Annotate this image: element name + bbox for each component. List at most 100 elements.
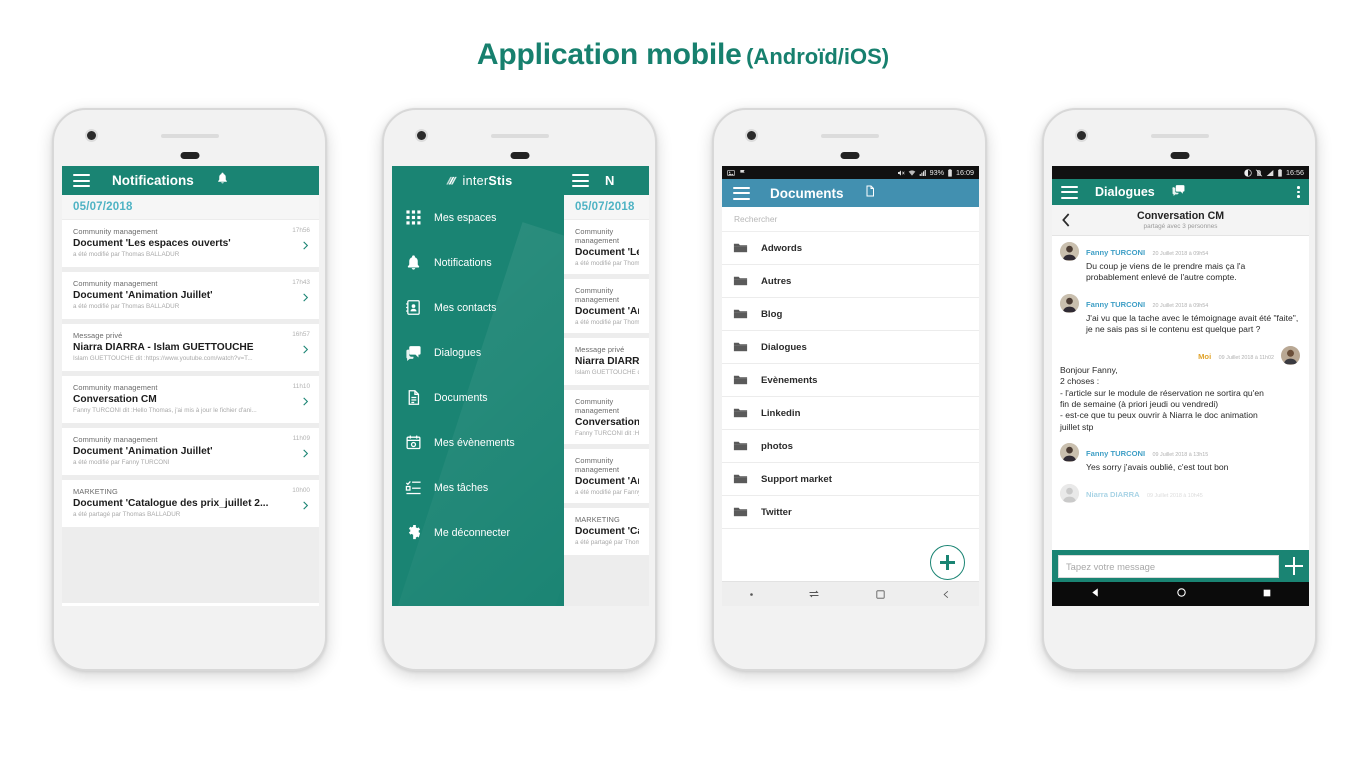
chevron-right-icon[interactable] bbox=[300, 500, 311, 511]
navigation-drawer[interactable]: Mes espaces Notifications Mes contacts D… bbox=[392, 195, 564, 606]
battery-icon bbox=[948, 168, 952, 177]
drawer-item-dialogues[interactable]: Dialogues bbox=[392, 330, 564, 375]
folder-row[interactable]: Dialogues bbox=[722, 331, 979, 364]
folder-list[interactable]: Adwords Autres Blog Dialogues Evènements bbox=[722, 232, 979, 529]
no-sim-icon bbox=[1255, 168, 1263, 177]
folder-name: Blog bbox=[761, 308, 783, 320]
android-navigation-bar[interactable] bbox=[722, 581, 979, 606]
chevron-right-icon[interactable] bbox=[300, 344, 311, 355]
notification-row[interactable]: Community management Document 'Les espac… bbox=[62, 220, 319, 267]
phone-dialogues: 16:56 Dialogues Conversation CM partagé … bbox=[1042, 108, 1317, 671]
notification-row[interactable]: Community management Document 'Animation… bbox=[564, 449, 649, 503]
new-document-icon[interactable] bbox=[864, 184, 876, 203]
folder-row[interactable]: Blog bbox=[722, 298, 979, 331]
folder-row[interactable]: Linkedin bbox=[722, 397, 979, 430]
notification-title: Document 'Catalogue des prix_juillet 2..… bbox=[575, 525, 639, 537]
search-input[interactable]: Rechercher bbox=[722, 207, 979, 232]
switch-icon[interactable] bbox=[808, 589, 820, 599]
folder-row[interactable]: photos bbox=[722, 430, 979, 463]
status-right-icons: 93% 16:09 bbox=[897, 168, 974, 177]
drawer-item-notifications[interactable]: Notifications bbox=[392, 240, 564, 285]
square-icon[interactable] bbox=[875, 589, 886, 600]
message-input-placeholder: Tapez votre message bbox=[1066, 560, 1156, 572]
appbar-title: Notifications bbox=[112, 173, 194, 188]
home-circle-icon[interactable] bbox=[1176, 585, 1187, 603]
drawer-item-label: Mes espaces bbox=[434, 211, 497, 224]
folder-row[interactable]: Evènements bbox=[722, 364, 979, 397]
notification-row[interactable]: Message privé Niarra DIARRA - Islam GUET… bbox=[564, 338, 649, 385]
android-navigation-bar[interactable] bbox=[1052, 582, 1309, 606]
notification-row[interactable]: MARKETING Document 'Catalogue des prix_j… bbox=[62, 480, 319, 527]
chevron-left-icon[interactable] bbox=[1060, 212, 1072, 233]
hamburger-icon[interactable] bbox=[572, 174, 589, 187]
dot-icon[interactable] bbox=[749, 592, 754, 597]
notification-time: 11h10 bbox=[292, 383, 310, 390]
notification-row[interactable]: Community management Conversation CM Fan… bbox=[564, 390, 649, 444]
chevron-right-icon[interactable] bbox=[300, 240, 311, 251]
chat-icon[interactable] bbox=[1172, 183, 1185, 201]
bell-icon[interactable] bbox=[216, 171, 229, 190]
hamburger-icon[interactable] bbox=[733, 186, 750, 200]
add-button[interactable] bbox=[930, 545, 965, 580]
chevron-right-icon[interactable] bbox=[300, 448, 311, 459]
page-title-main: Application mobile bbox=[476, 38, 742, 71]
folder-row[interactable]: Support market bbox=[722, 463, 979, 496]
calendar-icon bbox=[406, 435, 421, 450]
kebab-icon[interactable] bbox=[1297, 186, 1300, 198]
message-author: Fanny TURCONI bbox=[1086, 299, 1146, 309]
phone2-body: Mes espaces Notifications Mes contacts D… bbox=[392, 195, 649, 606]
signal-icon bbox=[1266, 169, 1274, 176]
notification-category: Community management bbox=[575, 286, 620, 304]
folder-name: Adwords bbox=[761, 242, 803, 254]
notification-row[interactable]: Community management Document 'Les espac… bbox=[564, 220, 649, 274]
phone-notifications: Notifications 05/07/2018 Community manag… bbox=[52, 108, 327, 671]
appbar-title: Dialogues bbox=[1095, 185, 1155, 199]
notification-row[interactable]: Message privé Niarra DIARRA - Islam GUET… bbox=[62, 324, 319, 371]
message-input[interactable]: Tapez votre message bbox=[1058, 554, 1279, 578]
notification-row[interactable]: Community management Document 'Animation… bbox=[62, 428, 319, 475]
notification-subtitle: Fanny TURCONI dit :Hello Thomas, j'ai mi… bbox=[73, 407, 257, 414]
notification-row[interactable]: MARKETING Document 'Catalogue des prix_j… bbox=[564, 508, 649, 555]
drawer-item-label: Me déconnecter bbox=[434, 526, 510, 539]
chevron-right-icon[interactable] bbox=[300, 292, 311, 303]
status-right-icons: 16:56 bbox=[1244, 168, 1304, 177]
notification-row[interactable]: Community management Document 'Animation… bbox=[62, 272, 319, 319]
conversation-title-block: Conversation CM partagé avec 3 personnes bbox=[1052, 210, 1309, 230]
message-text: Bonjour Fanny, 2 choses : - l'article su… bbox=[1060, 364, 1264, 432]
proximity-sensor bbox=[510, 152, 529, 159]
drawer-item-mes-contacts[interactable]: Mes contacts bbox=[392, 285, 564, 330]
drawer-item-label: Dialogues bbox=[434, 346, 482, 359]
phone3-appbar: Documents bbox=[722, 179, 979, 207]
plus-icon[interactable] bbox=[1285, 557, 1303, 575]
message-text: Yes sorry j'avais oublié, c'est tout bon bbox=[1086, 462, 1229, 473]
notification-list[interactable]: Community management Document 'Les espac… bbox=[62, 220, 319, 603]
contacts-icon bbox=[406, 300, 420, 315]
message-date: 09 Juillet 2018 à 10h45 bbox=[1147, 492, 1203, 499]
notification-row[interactable]: Community management Conversation CM Fan… bbox=[62, 376, 319, 423]
mute-icon bbox=[897, 169, 905, 176]
battery-percent: 93% bbox=[929, 168, 944, 177]
folder-row[interactable]: Adwords bbox=[722, 232, 979, 265]
recents-square-icon[interactable] bbox=[1262, 585, 1272, 603]
hamburger-icon[interactable] bbox=[73, 174, 90, 187]
hamburger-icon[interactable] bbox=[1061, 185, 1078, 199]
phone-documents: 93% 16:09 Documents Rechercher Adwords A… bbox=[712, 108, 987, 671]
android-status-bar: 16:56 bbox=[1052, 166, 1309, 179]
drawer-item-documents[interactable]: Documents bbox=[392, 375, 564, 420]
status-left-icons bbox=[727, 169, 747, 177]
chevron-right-icon[interactable] bbox=[300, 396, 311, 407]
drawer-item-me-deconnecter[interactable]: Me déconnecter bbox=[392, 510, 564, 555]
folder-row[interactable]: Twitter bbox=[722, 496, 979, 529]
drawer-item-mes-evenements[interactable]: Mes évènements bbox=[392, 420, 564, 465]
message-list[interactable]: Fanny TURCONI 20 Juillet 2018 à 09h54 Du… bbox=[1052, 236, 1309, 558]
folder-row[interactable]: Autres bbox=[722, 265, 979, 298]
notification-time: 17h56 bbox=[292, 227, 310, 234]
back-icon[interactable] bbox=[940, 589, 952, 600]
appbar-title: Documents bbox=[770, 185, 844, 201]
notification-row[interactable]: Community management Document 'Animation… bbox=[564, 279, 649, 333]
back-triangle-icon[interactable] bbox=[1090, 585, 1101, 603]
drawer-item-mes-taches[interactable]: Mes tâches bbox=[392, 465, 564, 510]
drawer-item-mes-espaces[interactable]: Mes espaces bbox=[392, 195, 564, 240]
gear-icon bbox=[408, 524, 421, 540]
notification-category: Community management bbox=[575, 397, 620, 415]
